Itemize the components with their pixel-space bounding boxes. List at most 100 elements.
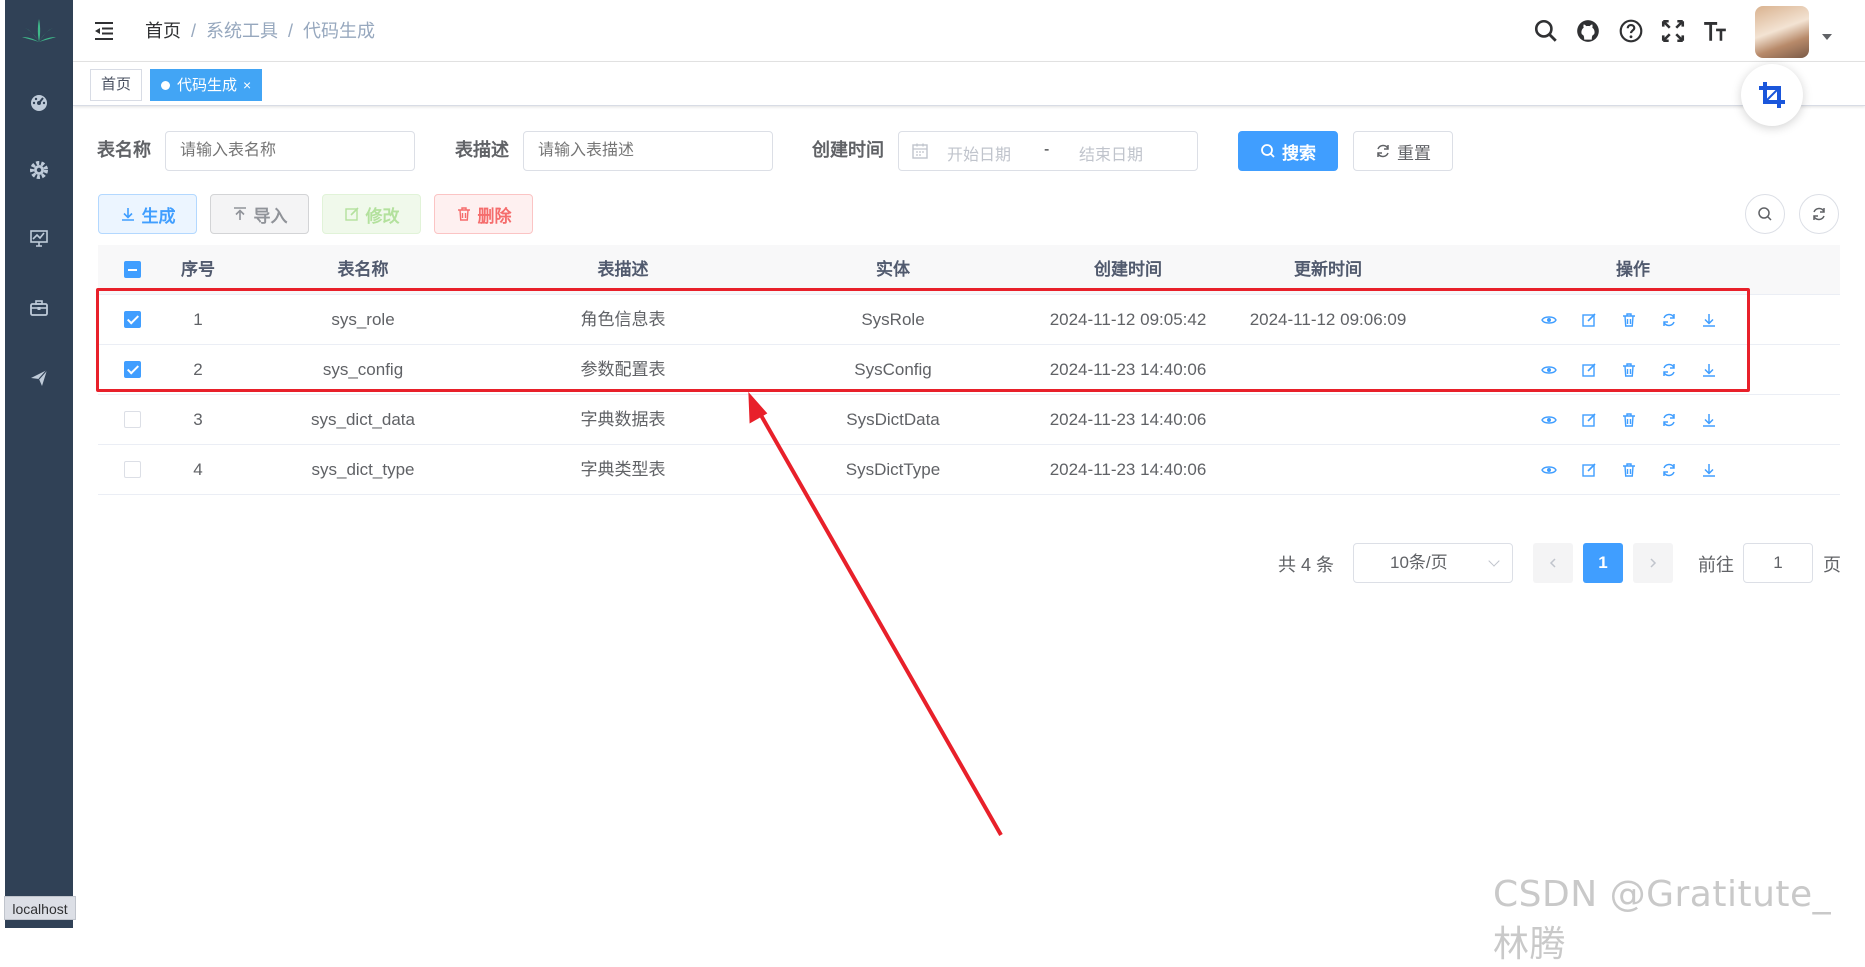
prev-page-button[interactable] [1533, 543, 1573, 583]
hamburger-toggle[interactable] [93, 20, 115, 42]
breadcrumb: 首页 / 系统工具 / 代码生成 [145, 18, 375, 44]
dashboard-icon[interactable] [5, 82, 73, 122]
delete-button-label: 删除 [477, 206, 512, 226]
font-size-icon[interactable] [1700, 16, 1730, 46]
page-number-current[interactable]: 1 [1583, 543, 1623, 583]
row-checkbox[interactable] [124, 461, 141, 478]
create-time-label: 创建时间 [812, 140, 884, 160]
table-row[interactable]: 3 sys_dict_data 字典数据表 SysDictData 2024-1… [98, 395, 1840, 445]
cell-create-time: 2024-11-23 14:40:06 [1049, 460, 1207, 479]
download-icon[interactable] [1698, 459, 1720, 481]
edit-icon[interactable] [1578, 459, 1600, 481]
generate-button[interactable]: 生成 [98, 194, 197, 234]
row-operations [1538, 445, 1720, 495]
table-desc-input[interactable] [523, 131, 773, 171]
delete-icon[interactable] [1618, 459, 1640, 481]
cell-table-desc: 字典类型表 [580, 460, 666, 479]
breadcrumb-home[interactable]: 首页 [145, 18, 181, 44]
breadcrumb-system-tools: 系统工具 [206, 21, 279, 41]
table-row[interactable]: 4 sys_dict_type 字典类型表 SysDictType 2024-1… [98, 445, 1840, 495]
cell-update-time [1233, 445, 1423, 495]
sidebar [5, 0, 73, 928]
selection-annotation-box [96, 288, 1750, 392]
row-operations [1538, 395, 1720, 445]
tool-icon[interactable] [5, 288, 73, 328]
preview-eye-icon[interactable] [1538, 409, 1560, 431]
tags-view-bar: 首页 代码生成 × [73, 62, 1865, 106]
cell-table-name: sys_dict_type [311, 460, 415, 479]
system-settings-icon[interactable] [5, 150, 73, 190]
goto-label: 前往 [1698, 555, 1734, 575]
app-frame: localhost 首页 / 系统工具 / 代码生成 首页 代码生成 × 表名称… [0, 0, 1865, 965]
header-search-icon[interactable] [1531, 16, 1561, 46]
screenshot-crop-button[interactable] [1741, 64, 1803, 126]
cell-table-desc: 字典数据表 [580, 410, 666, 429]
table-desc-label: 表描述 [455, 140, 509, 160]
cell-create-time: 2024-11-23 14:40:06 [1049, 410, 1207, 429]
import-button[interactable]: 导入 [210, 194, 309, 234]
cell-update-time [1233, 395, 1423, 445]
create-time-date-range[interactable]: 开始日期 - 结束日期 [898, 131, 1198, 171]
cell-index: 3 [193, 410, 203, 429]
monitor-icon[interactable] [5, 218, 73, 258]
table-name-input[interactable] [165, 131, 415, 171]
refresh-icon [1813, 207, 1825, 221]
cell-entity: SysDictType [845, 460, 941, 479]
edit-button[interactable]: 修改 [322, 194, 421, 234]
download-icon [121, 208, 134, 221]
tag-code-generation[interactable]: 代码生成 × [150, 69, 263, 101]
reset-button-label: 重置 [1397, 143, 1431, 163]
fullscreen-icon[interactable] [1658, 16, 1688, 46]
table-name-label: 表名称 [97, 140, 151, 160]
start-date-placeholder[interactable]: 开始日期 [947, 141, 1011, 165]
tag-home[interactable]: 首页 [90, 69, 143, 101]
page-size-value: 10条/页 [1390, 553, 1448, 572]
delete-icon [457, 207, 470, 221]
watermark-text: CSDN @Gratitute_林腾 [1493, 874, 1832, 965]
reset-button[interactable]: 重置 [1353, 131, 1453, 171]
toggle-search-button[interactable] [1745, 194, 1785, 234]
breadcrumb-current: 代码生成 [303, 21, 376, 41]
tag-close-icon[interactable]: × [243, 77, 251, 93]
goto-page-input[interactable]: 1 [1743, 543, 1813, 583]
chevron-right-icon [1650, 558, 1657, 568]
status-host-label: localhost [4, 896, 76, 920]
pagination-total: 共 4 条 [1278, 555, 1335, 575]
github-icon[interactable] [1573, 16, 1603, 46]
page-unit-label: 页 [1823, 555, 1841, 575]
refresh-icon [1377, 144, 1389, 158]
app-logo[interactable] [5, 0, 73, 62]
tag-active-label: 代码生成 [177, 77, 238, 94]
refresh-table-button[interactable] [1799, 194, 1839, 234]
user-avatar[interactable] [1755, 6, 1809, 58]
sync-icon[interactable] [1658, 459, 1680, 481]
delete-button[interactable]: 删除 [434, 194, 533, 234]
edit-icon[interactable] [1578, 409, 1600, 431]
menu-fold-icon [95, 22, 113, 40]
end-date-placeholder[interactable]: 结束日期 [1079, 141, 1143, 165]
generate-button-label: 生成 [141, 206, 176, 226]
help-question-icon[interactable] [1616, 16, 1646, 46]
sync-icon[interactable] [1658, 409, 1680, 431]
next-page-button[interactable] [1633, 543, 1673, 583]
download-icon[interactable] [1698, 409, 1720, 431]
edit-button-label: 修改 [365, 206, 400, 226]
cell-index: 4 [193, 460, 203, 479]
search-icon [1261, 144, 1275, 158]
preview-eye-icon[interactable] [1538, 459, 1560, 481]
avatar-dropdown-caret-icon[interactable] [1822, 34, 1832, 40]
row-checkbox[interactable] [124, 411, 141, 428]
guide-send-icon[interactable] [5, 358, 73, 398]
search-button-label: 搜索 [1282, 143, 1316, 163]
cell-entity: SysDictData [846, 410, 940, 429]
page-size-select[interactable]: 10条/页 [1353, 543, 1513, 583]
search-button[interactable]: 搜索 [1238, 131, 1338, 171]
date-range-separator: - [1044, 141, 1050, 158]
tag-home-label: 首页 [101, 76, 132, 93]
crop-icon [1759, 82, 1785, 108]
cell-table-name: sys_dict_data [311, 410, 415, 429]
navbar: 首页 / 系统工具 / 代码生成 [73, 0, 1865, 62]
search-icon [1758, 207, 1772, 221]
select-all-checkbox[interactable] [124, 261, 141, 278]
delete-icon[interactable] [1618, 409, 1640, 431]
